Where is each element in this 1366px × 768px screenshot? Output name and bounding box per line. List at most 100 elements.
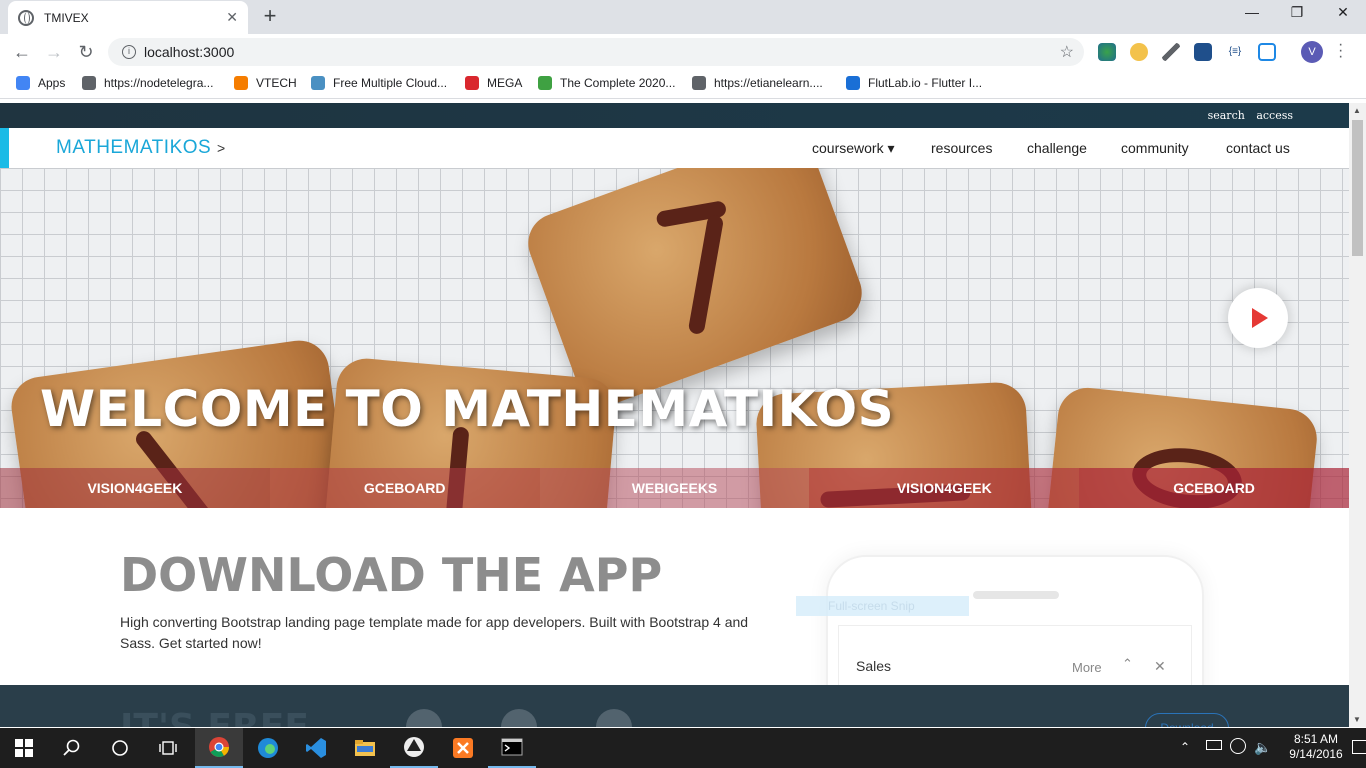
volume-icon[interactable]: 🔈 [1254,739,1271,756]
file-explorer-taskbar-button[interactable] [341,728,389,768]
bookmark-item[interactable]: https://etianelearn.... [692,76,823,90]
eyedropper-extension-icon[interactable] [1162,43,1180,61]
tab-title: TMIVEX [44,10,89,25]
bookmark-star-icon[interactable]: ☆ [1060,42,1074,62]
inkscape-taskbar-button[interactable] [390,728,438,768]
hero-title: WELCOME TO MATHEMATIKOS [40,380,895,438]
extension-owl-icon[interactable] [1130,43,1148,61]
xampp-icon [453,738,473,758]
vscode-taskbar-button[interactable] [292,728,340,768]
nav-resources[interactable]: resources [931,140,992,156]
bookmark-item[interactable]: Apps [16,76,65,90]
bookmark-label: https://nodetelegra... [104,76,214,90]
profile-avatar[interactable]: V [1301,41,1323,63]
flutlab-icon [846,76,860,90]
tab-close-icon[interactable]: ✕ [226,9,238,26]
hero-strip-item[interactable]: GCEBOARD [1079,468,1349,508]
new-tab-button[interactable]: + [258,4,282,28]
nav-coursework[interactable]: coursework ▾ [812,140,895,157]
task-view-icon [159,741,177,755]
page-scrollbar[interactable]: ▲ ▼ [1349,103,1366,727]
windows-store-icon[interactable] [596,709,632,727]
site-brand[interactable]: MATHEMATIKOS [56,137,211,159]
extension-hex-icon[interactable] [1258,43,1276,61]
json-extension-icon[interactable]: {≡} [1226,43,1244,61]
bookmark-item[interactable]: Free Multiple Cloud... [311,76,447,90]
browser-tab[interactable]: TMIVEX ✕ [8,1,248,34]
bookmark-item[interactable]: The Complete 2020... [538,76,675,90]
scroll-down-icon[interactable]: ▼ [1353,715,1361,724]
url-text: localhost:3000 [144,44,235,60]
nav-contact-us[interactable]: contact us [1226,140,1290,156]
site-navbar: MATHEMATIKOS > coursework ▾ resources ch… [0,128,1349,168]
xampp-taskbar-button[interactable] [439,728,487,768]
clock[interactable]: 8:51 AM 9/14/2016 [1286,732,1346,762]
bookmark-label: MEGA [487,76,523,90]
apps-grid-icon [16,76,30,90]
browser-menu-icon[interactable]: · · · [1338,37,1343,65]
minimize-button[interactable]: — [1237,4,1267,20]
folder-icon [355,740,375,756]
download-title: DOWNLOAD THE APP [120,548,663,602]
scroll-up-icon[interactable]: ▲ [1353,106,1361,115]
free-heading: IT'S FREE [120,707,309,727]
bookmark-item[interactable]: https://nodetelegra... [82,76,213,90]
hero-strip-item[interactable]: VISION4GEEK [809,468,1080,508]
bookmark-label: Free Multiple Cloud... [333,76,448,90]
windows-logo-icon [15,739,33,757]
download-button[interactable]: Download [1145,713,1229,727]
bookmark-item[interactable]: VTECH [234,76,297,90]
network-globe-icon[interactable] [1230,738,1246,754]
apple-store-icon[interactable] [501,709,537,727]
globe-icon [18,9,34,26]
hero-strip-item[interactable]: GCEBOARD [269,468,540,508]
globe-icon [692,76,706,90]
bookmark-item[interactable]: FlutLab.io - Flutter I... [846,76,982,90]
search-link[interactable]: search [1208,109,1245,122]
extension-globe-icon[interactable] [1098,43,1116,61]
sales-heading: Sales [856,658,892,674]
inkscape-icon [404,737,424,757]
reload-button[interactable]: ↻ [75,41,97,63]
forward-button[interactable]: → [43,41,65,63]
hero-strip-item[interactable]: WEBIGEEKS [539,468,810,508]
terminal-taskbar-button[interactable] [488,728,536,768]
hero-strip-item[interactable]: VISION4GEEK [0,468,270,508]
udemy-icon [538,76,552,90]
terminal-icon [501,738,523,756]
tray-overflow-chevron-icon[interactable]: ⌃ [1180,740,1190,754]
edge-icon [258,738,278,758]
start-button[interactable] [0,728,48,768]
task-view-button[interactable] [144,728,192,768]
access-link[interactable]: access [1256,109,1293,122]
chrome-taskbar-button[interactable] [195,728,243,768]
android-store-icon[interactable] [406,709,442,727]
close-window-button[interactable]: ✕ [1328,4,1358,21]
bookmark-label: Apps [38,76,66,90]
address-bar[interactable]: i localhost:3000 ☆ [108,38,1084,66]
search-button[interactable] [48,728,96,768]
snip-overlay-label: Full-screen Snip [796,596,969,616]
edge-taskbar-button[interactable] [244,728,292,768]
top-utility-bar: search access [0,103,1349,128]
browser-tab-bar: TMIVEX ✕ + — ❐ ✕ [0,0,1366,34]
extension-box-icon[interactable] [1194,43,1212,61]
action-center-icon[interactable] [1352,740,1366,754]
maximize-button[interactable]: ❐ [1282,4,1312,21]
site-info-icon[interactable]: i [122,45,136,59]
more-link[interactable]: More [1072,660,1102,675]
cortana-icon [112,740,128,756]
back-button[interactable]: ← [11,41,33,63]
clock-date: 9/14/2016 [1289,747,1343,761]
scrollbar-thumb[interactable] [1352,120,1363,256]
battery-icon[interactable] [1206,740,1222,750]
bookmark-item[interactable]: MEGA [465,76,522,90]
cloud-icon [311,76,325,90]
cortana-button[interactable] [96,728,144,768]
clock-time: 8:51 AM [1293,732,1339,746]
nav-challenge[interactable]: challenge [1027,140,1087,156]
nav-community[interactable]: community [1121,140,1189,156]
chevron-up-icon[interactable]: ⌃ [1122,656,1133,672]
close-icon[interactable]: ✕ [1154,658,1166,675]
play-video-button[interactable] [1228,288,1288,348]
